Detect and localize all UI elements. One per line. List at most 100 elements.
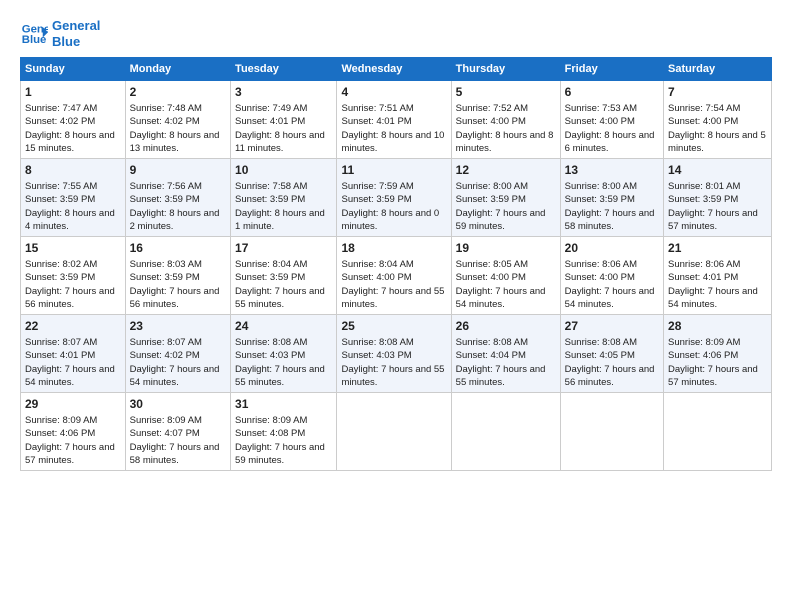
sunset: Sunset: 4:02 PM — [130, 116, 200, 127]
calendar-body: 1Sunrise: 7:47 AMSunset: 4:02 PMDaylight… — [21, 81, 772, 471]
sunrise: Sunrise: 8:06 AM — [668, 259, 740, 270]
calendar-header-row: SundayMondayTuesdayWednesdayThursdayFrid… — [21, 58, 772, 81]
daylight: Daylight: 7 hours and 57 minutes. — [668, 208, 758, 232]
calendar-cell: 21Sunrise: 8:06 AMSunset: 4:01 PMDayligh… — [664, 237, 772, 315]
sunset: Sunset: 4:06 PM — [25, 428, 95, 439]
sunset: Sunset: 4:02 PM — [25, 116, 95, 127]
calendar-cell: 4Sunrise: 7:51 AMSunset: 4:01 PMDaylight… — [337, 81, 451, 159]
day-number: 12 — [456, 162, 556, 179]
logo-line1: General — [52, 18, 100, 34]
calendar-cell: 26 Sunrise: 8:08 AM Sunset: 4:04 PM Dayligh… — [451, 315, 560, 393]
daylight: Daylight: 8 hours and 15 minutes. — [25, 130, 115, 154]
daylight: Daylight: 7 hours and 58 minutes. — [565, 208, 655, 232]
sunrise: Sunrise: 7:55 AM — [25, 181, 97, 192]
calendar-cell: 31Sunrise: 8:09 AMSunset: 4:08 PMDayligh… — [231, 393, 337, 471]
calendar-cell: 9Sunrise: 7:56 AMSunset: 3:59 PMDaylight… — [125, 159, 230, 237]
day-number: 7 — [668, 84, 767, 101]
calendar-cell: 20Sunrise: 8:06 AMSunset: 4:00 PMDayligh… — [560, 237, 663, 315]
daylight: Daylight: 7 hours and 55 minutes. — [456, 364, 546, 388]
daylight: Daylight: 7 hours and 58 minutes. — [130, 442, 220, 466]
col-header-wednesday: Wednesday — [337, 58, 451, 81]
calendar-cell — [451, 393, 560, 471]
day-number: 31 — [235, 396, 332, 413]
sunset: Sunset: 4:03 PM — [341, 350, 411, 361]
calendar-cell: 1Sunrise: 7:47 AMSunset: 4:02 PMDaylight… — [21, 81, 126, 159]
sunrise: Sunrise: 8:09 AM — [130, 415, 202, 426]
sunset: Sunset: 3:59 PM — [130, 272, 200, 283]
daylight: Daylight: 8 hours and 4 minutes. — [25, 208, 115, 232]
daylight: Daylight: 7 hours and 54 minutes. — [565, 286, 655, 310]
sunrise: Sunrise: 8:02 AM — [25, 259, 97, 270]
col-header-monday: Monday — [125, 58, 230, 81]
daylight: Daylight: 7 hours and 54 minutes. — [25, 364, 115, 388]
sunset: Sunset: 4:00 PM — [668, 116, 738, 127]
calendar-cell: 17Sunrise: 8:04 AMSunset: 3:59 PMDayligh… — [231, 237, 337, 315]
logo: General Blue General Blue — [20, 18, 100, 49]
day-number: 27 — [565, 318, 659, 335]
calendar-table: SundayMondayTuesdayWednesdayThursdayFrid… — [20, 57, 772, 471]
logo-icon: General Blue — [20, 20, 48, 48]
sunrise: Sunrise: 8:09 AM — [25, 415, 97, 426]
calendar-week-4: 22Sunrise: 8:07 AMSunset: 4:01 PMDayligh… — [21, 315, 772, 393]
day-number: 20 — [565, 240, 659, 257]
sunrise: Sunrise: 8:07 AM — [25, 337, 97, 348]
day-number: 26 — [456, 318, 556, 335]
sunset: Sunset: 4:00 PM — [456, 116, 526, 127]
col-header-thursday: Thursday — [451, 58, 560, 81]
calendar-cell — [337, 393, 451, 471]
calendar-cell: 23Sunrise: 8:07 AMSunset: 4:02 PMDayligh… — [125, 315, 230, 393]
sunset: Sunset: 4:02 PM — [130, 350, 200, 361]
calendar-cell: 8Sunrise: 7:55 AMSunset: 3:59 PMDaylight… — [21, 159, 126, 237]
day-number: 19 — [456, 240, 556, 257]
daylight: Daylight: 7 hours and 55 minutes. — [341, 364, 444, 388]
logo-line2: Blue — [52, 34, 100, 50]
sunset: Sunset: 4:00 PM — [456, 272, 526, 283]
daylight: Daylight: 7 hours and 57 minutes. — [25, 442, 115, 466]
sunset: Sunset: 4:01 PM — [341, 116, 411, 127]
sunset: Sunset: 4:01 PM — [235, 116, 305, 127]
sunset: Sunset: 4:07 PM — [130, 428, 200, 439]
sunset: Sunset: 3:59 PM — [456, 194, 526, 205]
sunrise: Sunrise: 7:48 AM — [130, 103, 202, 114]
sunrise: Sunrise: 8:08 AM — [235, 337, 307, 348]
daylight: Daylight: 7 hours and 54 minutes. — [456, 286, 546, 310]
calendar-cell — [664, 393, 772, 471]
col-header-friday: Friday — [560, 58, 663, 81]
sunrise: Sunrise: 7:59 AM — [341, 181, 413, 192]
daylight: Daylight: 8 hours and 11 minutes. — [235, 130, 325, 154]
sunset: Sunset: 3:59 PM — [25, 194, 95, 205]
day-number: 5 — [456, 84, 556, 101]
day-number: 3 — [235, 84, 332, 101]
sunrise: Sunrise: 8:08 AM — [456, 337, 528, 348]
day-number: 30 — [130, 396, 226, 413]
calendar-cell: 16Sunrise: 8:03 AMSunset: 3:59 PMDayligh… — [125, 237, 230, 315]
daylight: Daylight: 7 hours and 59 minutes. — [456, 208, 546, 232]
calendar-cell: 24Sunrise: 8:08 AMSunset: 4:03 PMDayligh… — [231, 315, 337, 393]
sunset: Sunset: 4:00 PM — [565, 116, 635, 127]
daylight: Daylight: 7 hours and 59 minutes. — [235, 442, 325, 466]
calendar-cell: 30 Sunrise: 8:09 AM Sunset: 4:07 PM Dayligh… — [125, 393, 230, 471]
calendar-cell: 3Sunrise: 7:49 AMSunset: 4:01 PMDaylight… — [231, 81, 337, 159]
sunset: Sunset: 4:06 PM — [668, 350, 738, 361]
daylight: Daylight: 8 hours and 5 minutes. — [668, 130, 766, 154]
day-number: 11 — [341, 162, 446, 179]
day-number: 10 — [235, 162, 332, 179]
calendar-cell: 10Sunrise: 7:58 AMSunset: 3:59 PMDayligh… — [231, 159, 337, 237]
sunset: Sunset: 4:04 PM — [456, 350, 526, 361]
daylight: Daylight: 7 hours and 54 minutes. — [130, 364, 220, 388]
sunrise: Sunrise: 7:54 AM — [668, 103, 740, 114]
sunset: Sunset: 3:59 PM — [341, 194, 411, 205]
calendar-cell: 2Sunrise: 7:48 AMSunset: 4:02 PMDaylight… — [125, 81, 230, 159]
day-number: 15 — [25, 240, 121, 257]
sunrise: Sunrise: 7:47 AM — [25, 103, 97, 114]
sunset: Sunset: 3:59 PM — [130, 194, 200, 205]
sunrise: Sunrise: 8:05 AM — [456, 259, 528, 270]
calendar-cell: 28Sunrise: 8:09 AMSunset: 4:06 PMDayligh… — [664, 315, 772, 393]
daylight: Daylight: 8 hours and 1 minute. — [235, 208, 325, 232]
calendar-cell: 19 Sunrise: 8:05 AM Sunset: 4:00 PM Dayligh… — [451, 237, 560, 315]
day-number: 28 — [668, 318, 767, 335]
col-header-saturday: Saturday — [664, 58, 772, 81]
sunrise: Sunrise: 8:04 AM — [341, 259, 413, 270]
sunset: Sunset: 3:59 PM — [25, 272, 95, 283]
daylight: Daylight: 7 hours and 56 minutes. — [565, 364, 655, 388]
